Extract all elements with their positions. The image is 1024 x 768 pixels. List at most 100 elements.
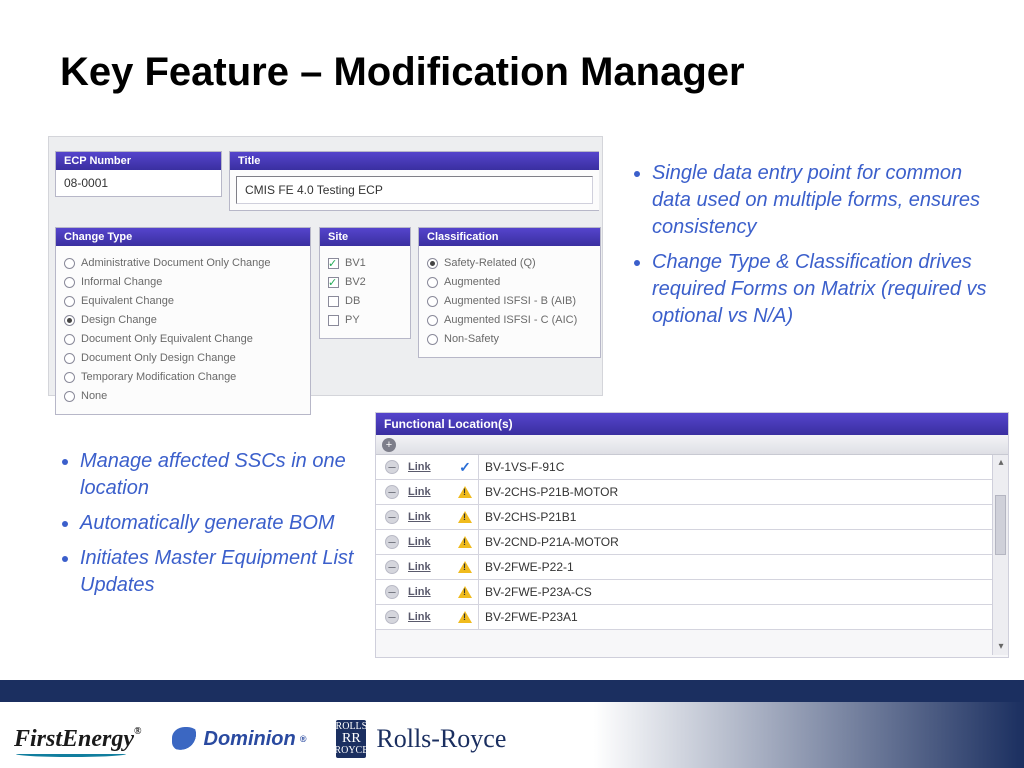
functional-location-row: –Link✓BV-1VS-F-91C bbox=[376, 455, 1008, 480]
ecp-title-value[interactable]: CMIS FE 4.0 Testing ECP bbox=[236, 176, 593, 204]
remove-row-icon[interactable]: – bbox=[385, 560, 399, 574]
option-label: Augmented ISFSI - B (AIB) bbox=[444, 293, 576, 310]
remove-row-icon[interactable]: – bbox=[385, 510, 399, 524]
ecp-title-header: Title bbox=[230, 152, 599, 170]
link-cell[interactable]: Link bbox=[408, 561, 452, 573]
classification-header: Classification bbox=[419, 228, 600, 246]
change-type-option[interactable]: Temporary Modification Change bbox=[64, 368, 302, 387]
link-cell[interactable]: Link bbox=[408, 586, 452, 598]
option-label: PY bbox=[345, 312, 360, 329]
classification-option[interactable]: Augmented ISFSI - B (AIB) bbox=[427, 292, 592, 311]
site-option[interactable]: DB bbox=[328, 292, 402, 311]
firstenergy-swoosh-icon bbox=[16, 751, 126, 757]
option-label: DB bbox=[345, 293, 360, 310]
add-row-icon[interactable]: + bbox=[382, 438, 396, 452]
checkbox-icon[interactable] bbox=[328, 277, 339, 288]
change-type-option[interactable]: Document Only Design Change bbox=[64, 349, 302, 368]
option-label: Augmented bbox=[444, 274, 500, 291]
warning-icon bbox=[458, 561, 472, 573]
rr-badge-bot: ROYCE bbox=[334, 746, 368, 756]
link-cell[interactable]: Link bbox=[408, 536, 452, 548]
option-label: Augmented ISFSI - C (AIC) bbox=[444, 312, 577, 329]
scroll-down-icon[interactable]: ▾ bbox=[995, 641, 1007, 653]
radio-icon[interactable] bbox=[64, 277, 75, 288]
bullets-right: Single data entry point for common data … bbox=[632, 160, 992, 338]
warning-icon bbox=[458, 486, 472, 498]
functional-location-row: –Link BV-2FWE-P23A1 bbox=[376, 605, 1008, 630]
radio-icon[interactable] bbox=[427, 334, 438, 345]
radio-icon[interactable] bbox=[64, 315, 75, 326]
classification-option[interactable]: Non-Safety bbox=[427, 330, 592, 349]
radio-icon[interactable] bbox=[427, 315, 438, 326]
bullet-item: Initiates Master Equipment List Updates bbox=[80, 545, 360, 599]
option-label: BV2 bbox=[345, 274, 366, 291]
remove-row-icon[interactable]: – bbox=[385, 585, 399, 599]
radio-icon[interactable] bbox=[427, 277, 438, 288]
footer-logos: FirstEnergy® Dominion® ROLLS RR ROYCE Ro… bbox=[14, 720, 506, 758]
remove-row-icon[interactable]: – bbox=[385, 485, 399, 499]
dominion-mark-icon bbox=[172, 727, 200, 751]
radio-icon[interactable] bbox=[64, 391, 75, 402]
location-value: BV-2FWE-P22-1 bbox=[478, 555, 1008, 579]
change-type-option[interactable]: Informal Change bbox=[64, 273, 302, 292]
option-label: Safety-Related (Q) bbox=[444, 255, 536, 272]
location-value: BV-2CHS-P21B1 bbox=[478, 505, 1008, 529]
change-type-panel: Change Type Administrative Document Only… bbox=[55, 227, 311, 415]
remove-row-icon[interactable]: – bbox=[385, 535, 399, 549]
option-label: Document Only Design Change bbox=[81, 350, 236, 367]
functional-locations-panel: Functional Location(s) + –Link✓BV-1VS-F-… bbox=[375, 412, 1009, 658]
option-label: Temporary Modification Change bbox=[81, 369, 236, 386]
functional-locations-toolbar: + bbox=[376, 435, 1008, 455]
classification-panel: Classification Safety-Related (Q) Augment… bbox=[418, 227, 601, 358]
location-value: BV-2CND-P21A-MOTOR bbox=[478, 530, 1008, 554]
link-cell[interactable]: Link bbox=[408, 486, 452, 498]
scroll-up-icon[interactable]: ▴ bbox=[995, 457, 1007, 469]
checkbox-icon[interactable] bbox=[328, 315, 339, 326]
link-cell[interactable]: Link bbox=[408, 461, 452, 473]
remove-row-icon[interactable]: – bbox=[385, 610, 399, 624]
link-cell[interactable]: Link bbox=[408, 511, 452, 523]
functional-location-row: –Link BV-2CHS-P21B1 bbox=[376, 505, 1008, 530]
radio-icon[interactable] bbox=[64, 353, 75, 364]
rollsroyce-text: Rolls-Royce bbox=[376, 724, 506, 754]
rollsroyce-badge-icon: ROLLS RR ROYCE bbox=[336, 720, 366, 758]
link-cell[interactable]: Link bbox=[408, 611, 452, 623]
site-panel: Site BV1BV2 DB PY bbox=[319, 227, 411, 339]
radio-icon[interactable] bbox=[64, 258, 75, 269]
change-type-option[interactable]: Document Only Equivalent Change bbox=[64, 330, 302, 349]
form-screenshot-top: ECP Number 08-0001 Title CMIS FE 4.0 Tes… bbox=[48, 136, 603, 396]
scrollbar[interactable]: ▴ ▾ bbox=[992, 455, 1008, 655]
functional-location-row: –LinkBV-2FWE-P23A-CS bbox=[376, 580, 1008, 605]
scroll-thumb[interactable] bbox=[995, 495, 1006, 555]
site-header: Site bbox=[320, 228, 410, 246]
radio-icon[interactable] bbox=[64, 372, 75, 383]
checkbox-icon[interactable] bbox=[328, 258, 339, 269]
functional-location-row: –LinkBV-2CHS-P21B-MOTOR bbox=[376, 480, 1008, 505]
radio-icon[interactable] bbox=[427, 296, 438, 307]
change-type-option[interactable]: Design Change bbox=[64, 311, 302, 330]
classification-option[interactable]: Safety-Related (Q) bbox=[427, 254, 592, 273]
checkbox-icon[interactable] bbox=[328, 296, 339, 307]
radio-icon[interactable] bbox=[64, 334, 75, 345]
dominion-logo: Dominion® bbox=[172, 727, 307, 751]
change-type-option[interactable]: None bbox=[64, 387, 302, 406]
warning-icon bbox=[458, 511, 472, 523]
site-option[interactable]: BV2 bbox=[328, 273, 402, 292]
change-type-option[interactable]: Administrative Document Only Change bbox=[64, 254, 302, 273]
classification-option[interactable]: Augmented ISFSI - C (AIC) bbox=[427, 311, 592, 330]
radio-icon[interactable] bbox=[64, 296, 75, 307]
site-option[interactable]: PY bbox=[328, 311, 402, 330]
site-option[interactable]: BV1 bbox=[328, 254, 402, 273]
remove-row-icon[interactable]: – bbox=[385, 460, 399, 474]
radio-icon[interactable] bbox=[427, 258, 438, 269]
change-type-option[interactable]: Equivalent Change bbox=[64, 292, 302, 311]
ecp-number-value: 08-0001 bbox=[56, 170, 221, 196]
option-label: Design Change bbox=[81, 312, 157, 329]
location-value: BV-2FWE-P23A1 bbox=[478, 605, 1008, 629]
bullet-item: Change Type & Classification drives requ… bbox=[652, 249, 992, 330]
change-type-header: Change Type bbox=[56, 228, 310, 246]
classification-option[interactable]: Augmented bbox=[427, 273, 592, 292]
ecp-title-panel: Title CMIS FE 4.0 Testing ECP bbox=[229, 151, 599, 211]
option-label: Document Only Equivalent Change bbox=[81, 331, 253, 348]
ecp-number-panel: ECP Number 08-0001 bbox=[55, 151, 222, 197]
